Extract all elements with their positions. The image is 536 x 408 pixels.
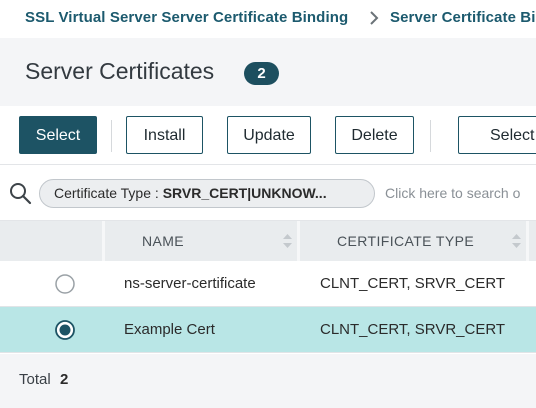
filter-chip[interactable]: Certificate Type : SRVR_CERT|UNKNOW... [39,179,375,208]
total-count: 2 [60,371,69,388]
page-title: Server Certificates [25,58,215,84]
table-row-selected[interactable]: Example Cert CLNT_CERT, SRVR_CERT [0,307,536,353]
breadcrumb: SSL Virtual Server Server Certificate Bi… [0,0,536,38]
update-button[interactable]: Update [227,116,311,154]
search-bar: Certificate Type : SRVR_CERT|UNKNOW... C… [0,165,536,221]
radio-selected-icon[interactable] [55,320,75,340]
toolbar: Select Install Update Delete Select [0,106,536,165]
column-divider [102,221,105,261]
column-divider [297,221,300,261]
radio-unselected-icon[interactable] [55,274,75,294]
page-header: Server Certificates 2 [0,38,536,106]
select-button[interactable]: Select [19,116,97,154]
column-header-name[interactable]: NAME [142,233,184,249]
cell-certificate-type: CLNT_CERT, SRVR_CERT [320,275,506,292]
filter-chip-value: SRVR_CERT|UNKNOW... [162,185,327,201]
cell-name: ns-server-certificate [124,275,256,292]
sort-icon[interactable] [512,234,521,248]
filter-chip-key: Certificate Type : [54,185,159,201]
select-dropdown-button[interactable]: Select [458,116,536,154]
column-header-certificate-type[interactable]: CERTIFICATE TYPE [337,233,474,249]
search-input[interactable]: Click here to search o [385,185,520,201]
table-header: NAME CERTIFICATE TYPE [0,221,536,261]
toolbar-divider [430,120,431,152]
breadcrumb-item-ssl-binding[interactable]: SSL Virtual Server Server Certificate Bi… [25,9,348,26]
table-row[interactable]: ns-server-certificate CLNT_CERT, SRVR_CE… [0,261,536,307]
table-footer: Total 2 [0,354,536,408]
delete-button[interactable]: Delete [335,116,414,154]
chevron-right-icon [370,11,379,25]
search-icon[interactable] [8,181,32,205]
install-button[interactable]: Install [126,116,203,154]
toolbar-divider [111,120,112,152]
total-label: Total [19,371,51,388]
column-divider [526,221,529,261]
sort-icon[interactable] [283,234,292,248]
count-badge: 2 [244,62,279,85]
cell-name: Example Cert [124,321,215,338]
breadcrumb-item-server-certificate-binding[interactable]: Server Certificate Bi [390,9,536,26]
cell-certificate-type: CLNT_CERT, SRVR_CERT [320,321,506,338]
